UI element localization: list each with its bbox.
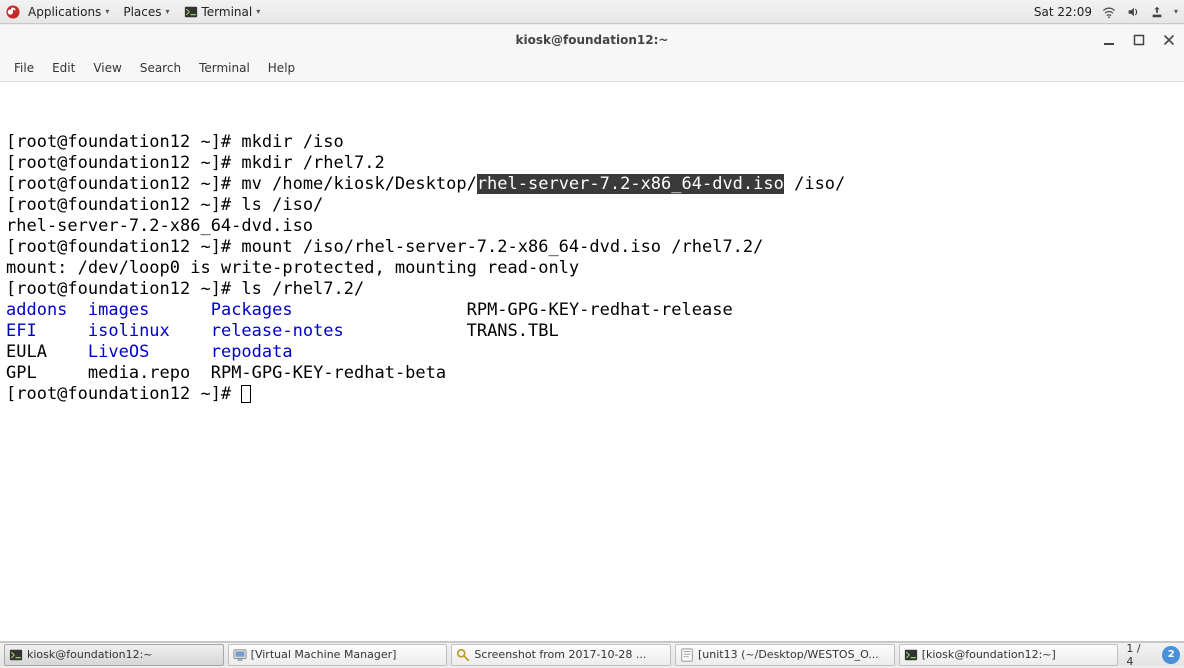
file-rpm-beta: RPM-GPG-KEY-redhat-beta (211, 363, 446, 383)
terminal-body[interactable]: [root@foundation12 ~]# mkdir /iso [root@… (0, 82, 1184, 641)
selected-text: rhel-server-7.2-x86_64-dvd.iso (477, 174, 784, 194)
file-trans-tbl: TRANS.TBL (467, 321, 559, 341)
volume-icon[interactable] (1126, 5, 1140, 19)
text-cursor (241, 385, 251, 403)
updates-icon[interactable] (1150, 5, 1164, 19)
vmm-icon (233, 648, 247, 662)
taskbar-label: [unit13 (~/Desktop/WESTOS_O... (698, 648, 890, 661)
taskbar-item-terminal[interactable]: kiosk@foundation12:~ (4, 644, 224, 666)
mount-output: mount: /dev/loop0 is write-protected, mo… (6, 258, 579, 278)
dir-isolinux: isolinux (88, 321, 211, 341)
terminal-menu-label: Terminal (202, 5, 253, 19)
taskbar: kiosk@foundation12:~ [Virtual Machine Ma… (0, 642, 1184, 666)
text-editor-icon (680, 648, 694, 662)
prompt: [root@foundation12 ~]# (6, 279, 241, 299)
close-button[interactable] (1162, 33, 1176, 47)
file-gpl: GPL (6, 363, 88, 383)
prompt: [root@foundation12 ~]# (6, 132, 241, 152)
cmd-mkdir-iso: mkdir /iso (241, 132, 343, 152)
cmd-mkdir-rhel: mkdir /rhel7.2 (241, 153, 384, 173)
taskbar-item-screenshot[interactable]: Screenshot from 2017-10-28 ... (451, 644, 671, 666)
terminal-icon (184, 5, 198, 19)
taskbar-label: Screenshot from 2017-10-28 ... (474, 648, 666, 661)
clock[interactable]: Sat 22:09 (1034, 5, 1092, 19)
prompt: [root@foundation12 ~]# (6, 174, 241, 194)
applications-menu[interactable]: Applications ▾ (22, 3, 115, 21)
places-menu[interactable]: Places ▾ (117, 3, 175, 21)
applications-label: Applications (28, 5, 101, 19)
taskbar-item-terminal-2[interactable]: [kiosk@foundation12:~] (899, 644, 1119, 666)
menu-terminal[interactable]: Terminal (191, 58, 258, 78)
cmd-mv-post: /iso/ (784, 174, 845, 194)
taskbar-label: kiosk@foundation12:~ (27, 648, 219, 661)
network-icon[interactable] (1102, 5, 1116, 19)
image-viewer-icon (456, 648, 470, 662)
taskbar-label: [kiosk@foundation12:~] (922, 648, 1114, 661)
dir-images: images (88, 300, 211, 320)
notification-badge[interactable]: 2 (1162, 646, 1180, 664)
cmd-mount: mount /iso/rhel-server-7.2-x86_64-dvd.is… (241, 237, 763, 257)
terminal-menu[interactable]: Terminal ▾ (178, 3, 267, 21)
dir-addons: addons (6, 300, 88, 320)
workspace-indicator[interactable]: 1 / 4 (1122, 642, 1154, 668)
top-panel: Applications ▾ Places ▾ Terminal ▾ Sat 2… (0, 0, 1184, 24)
prompt: [root@foundation12 ~]# (6, 195, 241, 215)
taskbar-item-editor[interactable]: [unit13 (~/Desktop/WESTOS_O... (675, 644, 895, 666)
ls-output-iso: rhel-server-7.2-x86_64-dvd.iso (6, 216, 313, 236)
prompt: [root@foundation12 ~]# (6, 153, 241, 173)
taskbar-label: [Virtual Machine Manager] (251, 648, 443, 661)
menubar: File Edit View Search Terminal Help (0, 55, 1184, 82)
terminal-icon (9, 648, 23, 662)
chevron-down-icon: ▾ (256, 7, 260, 16)
menu-view[interactable]: View (85, 58, 129, 78)
window-title: kiosk@foundation12:~ (516, 33, 669, 47)
menu-edit[interactable]: Edit (44, 58, 83, 78)
file-eula: EULA (6, 342, 88, 362)
dir-packages: Packages (211, 300, 467, 320)
file-media-repo: media.repo (88, 363, 211, 383)
terminal-window: kiosk@foundation12:~ File Edit View Sear… (0, 25, 1184, 642)
taskbar-item-vmm[interactable]: [Virtual Machine Manager] (228, 644, 448, 666)
cmd-ls-iso: ls /iso/ (241, 195, 323, 215)
minimize-button[interactable] (1102, 33, 1116, 47)
dir-liveos: LiveOS (88, 342, 211, 362)
fedora-icon (6, 5, 20, 19)
prompt: [root@foundation12 ~]# (6, 237, 241, 257)
menu-help[interactable]: Help (260, 58, 303, 78)
cmd-mv-pre: mv /home/kiosk/Desktop/ (241, 174, 476, 194)
menu-file[interactable]: File (6, 58, 42, 78)
chevron-down-icon: ▾ (165, 7, 169, 16)
file-rpm-release: RPM-GPG-KEY-redhat-release (467, 300, 733, 320)
chevron-down-icon: ▾ (105, 7, 109, 16)
dir-efi: EFI (6, 321, 88, 341)
chevron-down-icon[interactable]: ▾ (1174, 7, 1178, 16)
maximize-button[interactable] (1132, 33, 1146, 47)
cmd-ls-rhel: ls /rhel7.2/ (241, 279, 364, 299)
menu-search[interactable]: Search (132, 58, 189, 78)
places-label: Places (123, 5, 161, 19)
dir-release-notes: release-notes (211, 321, 467, 341)
terminal-icon (904, 648, 918, 662)
dir-repodata: repodata (211, 342, 293, 362)
titlebar[interactable]: kiosk@foundation12:~ (0, 25, 1184, 55)
prompt: [root@foundation12 ~]# (6, 384, 241, 404)
